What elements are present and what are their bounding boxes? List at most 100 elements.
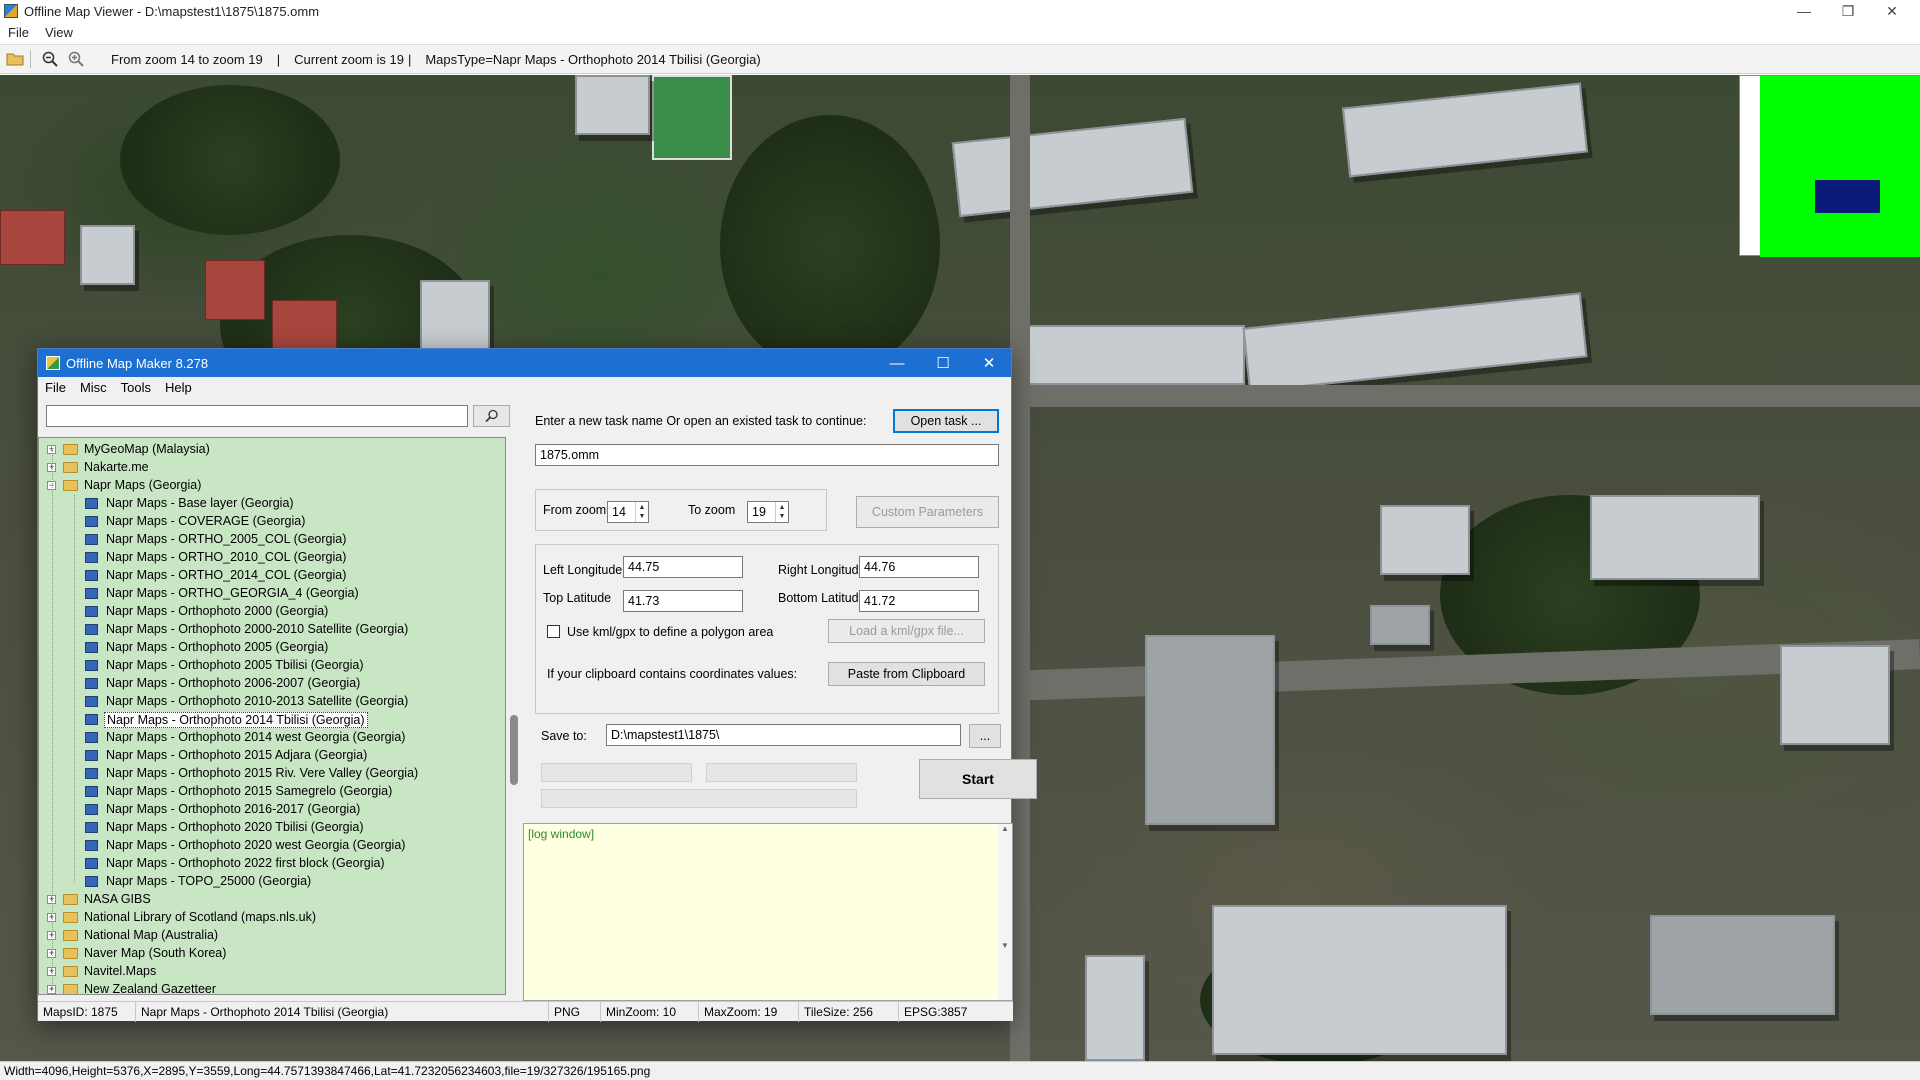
dialog-minimize-button[interactable]: — [874, 349, 920, 377]
tree-map-item[interactable]: Napr Maps - TOPO_25000 (Georgia) [39, 873, 505, 891]
tree-group-item[interactable]: + Nakarte.me [39, 459, 505, 477]
status-min-zoom: MinZoom: 10 [600, 1002, 698, 1022]
tree-map-item[interactable]: Napr Maps - Orthophoto 2006-2007 (Georgi… [39, 675, 505, 693]
tree-map-item[interactable]: Napr Maps - Orthophoto 2010-2013 Satelli… [39, 693, 505, 711]
start-button[interactable]: Start [919, 759, 1037, 799]
tree-map-item[interactable]: Napr Maps - Orthophoto 2005 Tbilisi (Geo… [39, 657, 505, 675]
tree-scrollbar-thumb[interactable] [510, 715, 518, 785]
top-latitude-input[interactable]: 41.73 [623, 590, 743, 612]
kml-checkbox[interactable] [547, 625, 560, 638]
tree-map-item[interactable]: Napr Maps - Orthophoto 2020 Tbilisi (Geo… [39, 819, 505, 837]
tree-group-item[interactable]: + NASA GIBS [39, 891, 505, 909]
maximize-button[interactable]: ❐ [1826, 0, 1870, 22]
tree-map-item[interactable]: Napr Maps - Orthophoto 2015 Adjara (Geor… [39, 747, 505, 765]
to-zoom-label: To zoom [688, 503, 736, 517]
bottom-latitude-input[interactable]: 41.72 [859, 590, 979, 612]
minimize-button[interactable]: — [1782, 0, 1826, 22]
tree-item-label: Napr Maps - Base layer (Georgia) [106, 496, 294, 510]
task-name-input[interactable]: 1875.omm [535, 444, 999, 466]
menu-file[interactable]: File [0, 25, 37, 40]
search-button[interactable] [473, 405, 510, 427]
tree-item-label: Napr Maps - COVERAGE (Georgia) [106, 514, 306, 528]
minimap[interactable] [1739, 75, 1920, 257]
tree-item-label: Napr Maps - ORTHO_2010_COL (Georgia) [106, 550, 347, 564]
search-input[interactable] [46, 405, 468, 427]
tree-map-item[interactable]: Napr Maps - Orthophoto 2000-2010 Satelli… [39, 621, 505, 639]
tree-item-label: Navitel.Maps [84, 964, 157, 978]
menu-view[interactable]: View [37, 25, 81, 40]
tree-map-item[interactable]: Napr Maps - Orthophoto 2015 Riv. Vere Va… [39, 765, 505, 783]
tree-item-label: National Library of Scotland (maps.nls.u… [84, 910, 317, 924]
map-maker-dialog: Offline Map Maker 8.278 — ☐ ✕ File Misc … [37, 348, 1037, 1022]
tree-group-item[interactable]: + Navitel.Maps [39, 963, 505, 981]
tree-item-label: Napr Maps - Orthophoto 2005 (Georgia) [106, 640, 329, 654]
progress-bar-1 [541, 763, 692, 782]
tree-item-label: Nakarte.me [84, 460, 149, 474]
dialog-menu-tools[interactable]: Tools [114, 380, 158, 395]
open-folder-icon[interactable] [4, 48, 26, 70]
zoom-out-icon[interactable] [39, 48, 61, 70]
tree-group-item[interactable]: + New Zealand Gazetteer [39, 981, 505, 994]
tree-group-item[interactable]: − Napr Maps (Georgia) [39, 477, 505, 495]
tree-item-label: Napr Maps - Orthophoto 2015 Adjara (Geor… [106, 748, 368, 762]
tree-map-item[interactable]: Napr Maps - Orthophoto 2015 Samegrelo (G… [39, 783, 505, 801]
zoom-in-icon[interactable] [65, 48, 87, 70]
progress-bar-2 [706, 763, 857, 782]
save-to-input[interactable]: D:\mapstest1\1875\ [606, 724, 961, 746]
from-zoom-spinner[interactable]: 14 ▲ ▼ [607, 501, 649, 523]
tree-item-label: Napr Maps - TOPO_25000 (Georgia) [106, 874, 312, 888]
tree-map-item[interactable]: Napr Maps - Orthophoto 2020 west Georgia… [39, 837, 505, 855]
dialog-close-button[interactable]: ✕ [966, 349, 1012, 377]
to-zoom-spinner[interactable]: 19 ▲ ▼ [747, 501, 789, 523]
tree-map-item[interactable]: Napr Maps - Orthophoto 2005 (Georgia) [39, 639, 505, 657]
log-window[interactable]: [log window] ▲ ▼ [523, 823, 1013, 1001]
maps-tree[interactable]: + MyGeoMap (Malaysia) + Nakarte.me − Napr Map… [38, 437, 506, 995]
browse-button[interactable]: ... [969, 724, 1001, 748]
building [1370, 605, 1430, 645]
building [1145, 635, 1275, 825]
current-zoom-text: Current zoom is 19 [294, 51, 404, 67]
bottom-latitude-label: Bottom Latitude [778, 591, 866, 605]
tree-item-label: Napr Maps - Orthophoto 2000 (Georgia) [106, 604, 329, 618]
tree-map-item[interactable]: Napr Maps - ORTHO_2014_COL (Georgia) [39, 567, 505, 585]
tree-map-item[interactable]: Napr Maps - COVERAGE (Georgia) [39, 513, 505, 531]
tree-map-item[interactable]: Napr Maps - Orthophoto 2000 (Georgia) [39, 603, 505, 621]
folder-icon [63, 912, 78, 923]
close-button[interactable]: ✕ [1870, 0, 1914, 22]
map-layer-icon [85, 768, 98, 779]
tree-map-item[interactable]: Napr Maps - Base layer (Georgia) [39, 495, 505, 513]
tree-map-item[interactable]: Napr Maps - Orthophoto 2014 west Georgia… [39, 729, 505, 747]
left-longitude-input[interactable]: 44.75 [623, 556, 743, 578]
minimap-viewport[interactable] [1815, 180, 1880, 213]
dialog-menu-help[interactable]: Help [158, 380, 199, 395]
tree-item-label: Napr Maps - Orthophoto 2014 Tbilisi (Geo… [104, 712, 368, 728]
search-icon [484, 409, 498, 423]
dialog-maximize-button[interactable]: ☐ [920, 349, 966, 377]
tree-item-label: Napr Maps - ORTHO_2005_COL (Georgia) [106, 532, 347, 546]
open-task-button[interactable]: Open task ... [893, 409, 999, 433]
tree-map-item[interactable]: Napr Maps - Orthophoto 2016-2017 (Georgi… [39, 801, 505, 819]
tree-map-item[interactable]: Napr Maps - Orthophoto 2022 first block … [39, 855, 505, 873]
tree-map-item[interactable]: Napr Maps - ORTHO_GEORGIA_4 (Georgia) [39, 585, 505, 603]
paste-clipboard-button[interactable]: Paste from Clipboard [828, 662, 985, 686]
tree-group-item[interactable]: + MyGeoMap (Malaysia) [39, 441, 505, 459]
spinner-arrows-icon[interactable]: ▲ ▼ [775, 502, 788, 522]
log-scrollbar[interactable]: ▲ ▼ [998, 824, 1012, 1000]
load-kml-button[interactable]: Load a kml/gpx file... [828, 619, 985, 643]
tree-map-item[interactable]: Napr Maps - ORTHO_2005_COL (Georgia) [39, 531, 505, 549]
tree-map-item[interactable]: Napr Maps - ORTHO_2010_COL (Georgia) [39, 549, 505, 567]
spinner-arrows-icon[interactable]: ▲ ▼ [635, 502, 648, 522]
right-longitude-input[interactable]: 44.76 [859, 556, 979, 578]
dialog-menu-misc[interactable]: Misc [73, 380, 114, 395]
tree-scrollbar[interactable] [506, 437, 523, 995]
log-text: [log window] [528, 827, 595, 841]
dialog-titlebar: Offline Map Maker 8.278 — ☐ ✕ [38, 349, 1011, 377]
tree-group-item[interactable]: + National Map (Australia) [39, 927, 505, 945]
road [1010, 75, 1030, 1061]
custom-parameters-button[interactable]: Custom Parameters [856, 496, 999, 528]
tree-map-item[interactable]: Napr Maps - Orthophoto 2014 Tbilisi (Geo… [39, 711, 505, 729]
map-layer-icon [85, 534, 98, 545]
tree-group-item[interactable]: + Naver Map (South Korea) [39, 945, 505, 963]
dialog-menu-file[interactable]: File [38, 380, 73, 395]
tree-group-item[interactable]: + National Library of Scotland (maps.nls.… [39, 909, 505, 927]
